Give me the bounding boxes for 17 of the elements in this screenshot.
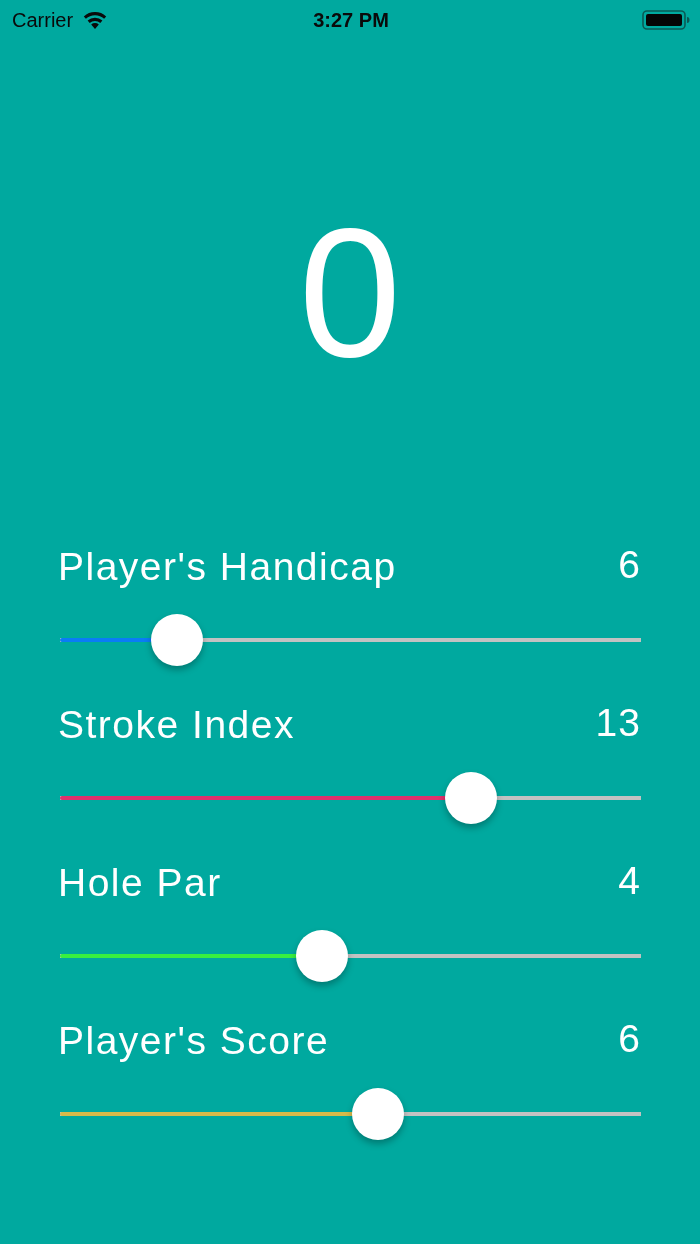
slider-label: Player's Score xyxy=(58,1019,330,1063)
wifi-icon xyxy=(83,11,108,29)
score-number: 0 xyxy=(298,200,402,384)
slider-value: 13 xyxy=(595,703,641,743)
slider-value: 6 xyxy=(618,1019,641,1059)
battery-icon xyxy=(642,10,690,30)
status-time: 3:27 PM xyxy=(313,8,389,32)
carrier-name: Carrier xyxy=(12,8,74,32)
slider-value: 4 xyxy=(618,861,641,901)
slider-thumb[interactable] xyxy=(445,772,498,824)
slider-thumb[interactable] xyxy=(151,614,203,666)
slider-label: Player's Handicap xyxy=(58,545,397,589)
slider-label: Stroke Index xyxy=(58,703,295,747)
slider-label: Hole Par xyxy=(58,861,222,905)
slider-value: 6 xyxy=(618,545,641,585)
slider-thumb[interactable] xyxy=(295,930,348,982)
slider-thumb[interactable] xyxy=(352,1088,404,1140)
